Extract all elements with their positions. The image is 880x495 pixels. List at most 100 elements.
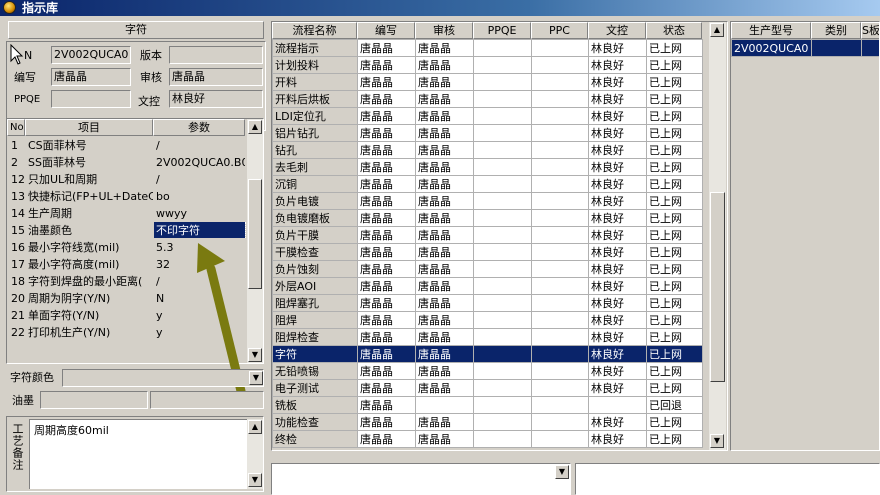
status-cell[interactable]: 已上网 [646, 379, 703, 397]
ppc-cell[interactable] [531, 90, 589, 108]
ppc-cell[interactable] [531, 260, 589, 278]
ppc-cell[interactable] [531, 175, 589, 193]
param-row[interactable]: 2 SS面菲林号 2V002QUCA0.B0 [7, 153, 246, 171]
param-row[interactable]: 12 只加UL和周期 / [7, 170, 246, 188]
process-row[interactable]: 开料后烘板 唐晶晶 唐晶晶 林良好 已上网 [272, 90, 703, 108]
col-category[interactable]: 类别 [811, 22, 861, 39]
reviewer-cell[interactable]: 唐晶晶 [415, 107, 474, 125]
editor-cell[interactable]: 唐晶晶 [357, 243, 416, 261]
col-ppc[interactable]: PPC [531, 22, 588, 39]
ink-field-1[interactable] [40, 391, 148, 409]
editor-cell[interactable]: 唐晶晶 [357, 362, 416, 380]
doc-control-cell[interactable]: 林良好 [588, 124, 647, 142]
ppc-cell[interactable] [531, 39, 589, 57]
doc-control-cell[interactable]: 林良好 [588, 430, 647, 448]
editor-cell[interactable]: 唐晶晶 [357, 39, 416, 57]
doc-control-cell[interactable]: 林良好 [588, 226, 647, 244]
s-cell[interactable] [861, 39, 879, 57]
ppqe-cell[interactable] [473, 362, 532, 380]
ppc-cell[interactable] [531, 158, 589, 176]
process-name-cell[interactable]: 负片干膜 [272, 226, 358, 244]
ppc-cell[interactable] [531, 345, 589, 363]
bottom-combo[interactable]: ▼ [271, 463, 571, 495]
reviewer-cell[interactable]: 唐晶晶 [415, 277, 474, 295]
doc-control-cell[interactable]: 林良好 [588, 39, 647, 57]
ppc-cell[interactable] [531, 209, 589, 227]
process-row[interactable]: 流程指示 唐晶晶 唐晶晶 林良好 已上网 [272, 39, 703, 57]
reviewer-cell[interactable]: 唐晶晶 [415, 430, 474, 448]
ppc-cell[interactable] [531, 56, 589, 74]
process-row[interactable]: 钻孔 唐晶晶 唐晶晶 林良好 已上网 [272, 141, 703, 159]
col-s[interactable]: S板 [861, 22, 879, 39]
doc-control-cell[interactable]: 林良好 [588, 345, 647, 363]
editor-cell[interactable]: 唐晶晶 [357, 226, 416, 244]
editor-cell[interactable]: 唐晶晶 [357, 311, 416, 329]
process-row[interactable]: LDI定位孔 唐晶晶 唐晶晶 林良好 已上网 [272, 107, 703, 125]
ppqe-cell[interactable] [473, 413, 532, 431]
editor-cell[interactable]: 唐晶晶 [357, 158, 416, 176]
reviewer-cell[interactable]: 唐晶晶 [415, 90, 474, 108]
doc-control-cell[interactable]: 林良好 [588, 277, 647, 295]
ppc-cell[interactable] [531, 328, 589, 346]
process-row[interactable]: 无铅喷锡 唐晶晶 唐晶晶 林良好 已上网 [272, 362, 703, 380]
status-cell[interactable]: 已上网 [646, 158, 703, 176]
doc-control-cell[interactable]: 林良好 [588, 328, 647, 346]
ppqe-cell[interactable] [473, 396, 532, 414]
reviewer-cell[interactable]: 唐晶晶 [415, 413, 474, 431]
status-cell[interactable]: 已上网 [646, 430, 703, 448]
editor-cell[interactable]: 唐晶晶 [357, 277, 416, 295]
reviewer-cell[interactable]: 唐晶晶 [415, 362, 474, 380]
ppc-cell[interactable] [531, 311, 589, 329]
model-cell[interactable]: 2V002QUCA0 [731, 39, 812, 57]
reviewer-cell[interactable]: 唐晶晶 [415, 294, 474, 312]
status-cell[interactable]: 已上网 [646, 345, 703, 363]
reviewer-cell[interactable]: 唐晶晶 [415, 192, 474, 210]
ppqe-cell[interactable] [473, 260, 532, 278]
reviewer-cell[interactable]: 唐晶晶 [415, 260, 474, 278]
doc-control-cell[interactable]: 林良好 [588, 56, 647, 74]
param-scroll-up-icon[interactable]: ▲ [248, 120, 262, 134]
status-cell[interactable]: 已上网 [646, 73, 703, 91]
editor-cell[interactable]: 唐晶晶 [357, 430, 416, 448]
ppqe-cell[interactable] [473, 73, 532, 91]
ppqe-cell[interactable] [473, 226, 532, 244]
ink-field-2[interactable] [150, 391, 264, 409]
process-name-cell[interactable]: 钻孔 [272, 141, 358, 159]
reviewer-cell[interactable]: 唐晶晶 [415, 39, 474, 57]
ppc-cell[interactable] [531, 124, 589, 142]
reviewer-cell[interactable]: 唐晶晶 [415, 141, 474, 159]
param-value[interactable]: / [153, 136, 246, 154]
process-name-cell[interactable]: 开料后烘板 [272, 90, 358, 108]
col-status[interactable]: 状态 [646, 22, 702, 39]
status-cell[interactable]: 已上网 [646, 277, 703, 295]
reviewer-cell[interactable]: 唐晶晶 [415, 56, 474, 74]
process-row[interactable]: 开料 唐晶晶 唐晶晶 林良好 已上网 [272, 73, 703, 91]
editor-cell[interactable]: 唐晶晶 [357, 56, 416, 74]
reviewer-cell[interactable]: 唐晶晶 [415, 124, 474, 142]
param-value[interactable]: 2V002QUCA0.B0 [153, 153, 246, 171]
ppqe-cell[interactable] [473, 39, 532, 57]
doc-control-cell[interactable]: 林良好 [588, 158, 647, 176]
editor-cell[interactable]: 唐晶晶 [357, 413, 416, 431]
process-row[interactable]: 电子测试 唐晶晶 唐晶晶 林良好 已上网 [272, 379, 703, 397]
doc-control-cell[interactable]: 林良好 [588, 90, 647, 108]
process-name-cell[interactable]: 外层AOI [272, 277, 358, 295]
process-row[interactable]: 负片电镀 唐晶晶 唐晶晶 林良好 已上网 [272, 192, 703, 210]
status-cell[interactable]: 已上网 [646, 124, 703, 142]
status-cell[interactable]: 已上网 [646, 311, 703, 329]
col-reviewer[interactable]: 审核 [415, 22, 473, 39]
ppqe-cell[interactable] [473, 56, 532, 74]
param-value[interactable]: wwyy [153, 204, 246, 222]
doc-control-cell[interactable]: 林良好 [588, 311, 647, 329]
status-cell[interactable]: 已上网 [646, 107, 703, 125]
param-row[interactable]: 14 生产周期 wwyy [7, 204, 246, 222]
ppc-cell[interactable] [531, 379, 589, 397]
ppqe-field[interactable] [51, 90, 131, 108]
doc-control-cell[interactable]: 林良好 [588, 209, 647, 227]
doc-control-field[interactable]: 林良好 [169, 90, 263, 108]
ppqe-cell[interactable] [473, 328, 532, 346]
reviewer-cell[interactable]: 唐晶晶 [415, 158, 474, 176]
process-name-cell[interactable]: 终检 [272, 430, 358, 448]
process-scroll-thumb[interactable] [710, 192, 725, 382]
process-row[interactable]: 功能检查 唐晶晶 唐晶晶 林良好 已上网 [272, 413, 703, 431]
